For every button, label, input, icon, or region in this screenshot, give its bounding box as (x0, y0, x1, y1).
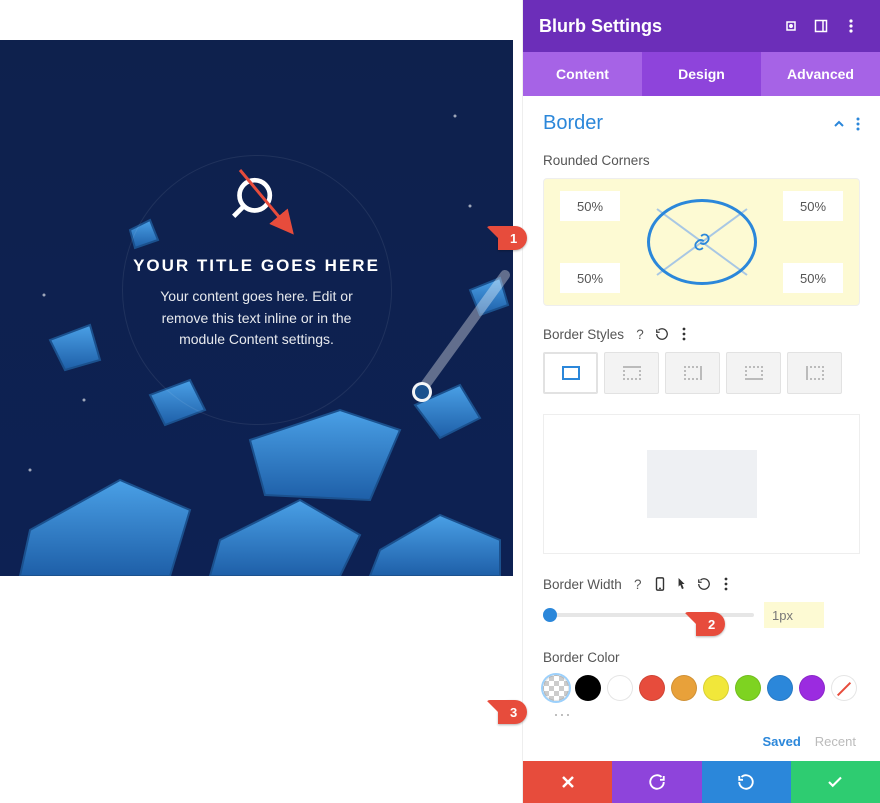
border-style-left[interactable] (787, 352, 842, 394)
swatch-green[interactable] (735, 675, 761, 701)
blurb-title[interactable]: YOUR TITLE GOES HERE (122, 256, 392, 276)
recent-colors-link[interactable]: Recent (815, 734, 856, 749)
annotation-pin-3: 3 (498, 700, 527, 724)
undo-button[interactable] (612, 761, 701, 803)
snap-icon[interactable] (778, 13, 804, 39)
discard-button[interactable] (523, 761, 612, 803)
redo-button[interactable] (702, 761, 791, 803)
border-style-bottom[interactable] (726, 352, 781, 394)
hover-icon[interactable] (674, 576, 690, 592)
rounded-corners-label: Rounded Corners (543, 153, 860, 168)
border-width-input[interactable]: 1px (764, 602, 824, 628)
annotation-pin-1: 1 (498, 226, 527, 250)
tab-content[interactable]: Content (523, 52, 642, 96)
corner-bl-input[interactable]: 50% (560, 263, 620, 293)
phone-icon[interactable] (652, 576, 668, 592)
swatch-white[interactable] (607, 675, 633, 701)
annotation-arrow (235, 165, 305, 245)
rounded-corners-control[interactable]: 50% 50% 50% 50% (543, 178, 860, 306)
swatch-blue[interactable] (767, 675, 793, 701)
panel-header: Blurb Settings (523, 0, 880, 52)
swatch-red[interactable] (639, 675, 665, 701)
chevron-up-icon[interactable] (832, 117, 846, 131)
save-button[interactable] (791, 761, 880, 803)
swatch-purple[interactable] (799, 675, 825, 701)
border-width-label: Border Width ? (543, 576, 860, 592)
color-swatches (543, 675, 860, 701)
link-icon[interactable] (692, 232, 712, 252)
kebab-icon[interactable] (838, 13, 864, 39)
kebab-icon[interactable] (676, 326, 692, 342)
border-preview (543, 414, 860, 554)
saved-colors-link[interactable]: Saved (762, 734, 800, 749)
reset-icon[interactable] (696, 576, 712, 592)
border-style-right[interactable] (665, 352, 720, 394)
more-swatches-icon[interactable]: ⋯ (543, 705, 860, 726)
kebab-icon[interactable] (856, 117, 860, 131)
expand-icon[interactable] (808, 13, 834, 39)
kebab-icon[interactable] (718, 576, 734, 592)
swatch-orange[interactable] (671, 675, 697, 701)
swatch-yellow[interactable] (703, 675, 729, 701)
swatch-none[interactable] (831, 675, 857, 701)
blurb-body[interactable]: Your content goes here. Edit or remove t… (142, 286, 372, 351)
panel-footer (523, 761, 880, 803)
tab-design[interactable]: Design (642, 52, 761, 96)
swatch-black[interactable] (575, 675, 601, 701)
border-styles-label: Border Styles ? (543, 326, 860, 342)
border-color-label: Border Color (543, 650, 860, 665)
swatch-transparent[interactable] (543, 675, 569, 701)
page-preview: YOUR TITLE GOES HERE Your content goes h… (0, 40, 513, 576)
reset-icon[interactable] (654, 326, 670, 342)
help-icon[interactable]: ? (630, 576, 646, 592)
corner-br-input[interactable]: 50% (783, 263, 843, 293)
help-icon[interactable]: ? (632, 326, 648, 342)
corner-tl-input[interactable]: 50% (560, 191, 620, 221)
corner-tr-input[interactable]: 50% (783, 191, 843, 221)
border-style-top[interactable] (604, 352, 659, 394)
annotation-pin-2: 2 (696, 612, 725, 636)
border-style-all[interactable] (543, 352, 598, 394)
panel-title: Blurb Settings (539, 16, 662, 37)
section-border[interactable]: Border (543, 112, 860, 135)
tab-advanced[interactable]: Advanced (761, 52, 880, 96)
panel-tabs: Content Design Advanced (523, 52, 880, 96)
settings-panel: Blurb Settings Content Design Advanced B… (522, 0, 880, 803)
